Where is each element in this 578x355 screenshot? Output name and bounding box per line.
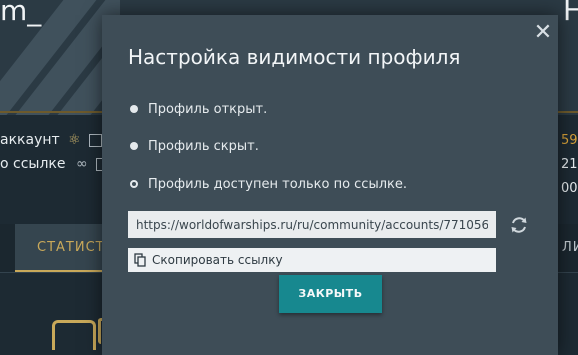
link-access-label: о ссылке [0,156,66,172]
tab-statistics[interactable]: СТАТИСТИ [15,224,103,272]
add-icon[interactable] [89,133,103,147]
username-heading: m_ [0,0,42,27]
close-button[interactable]: ЗАКРЫТЬ [279,275,382,313]
visibility-dialog: ✕ Настройка видимости профиля Профиль от… [102,15,558,355]
link-icon: ∞ [75,156,88,172]
link-row: о ссылке ∞ [0,156,110,172]
option-hidden[interactable]: Профиль скрыт. [130,136,259,156]
option-label: Профиль скрыт. [148,138,259,154]
option-public[interactable]: Профиль открыт. [130,99,267,119]
radio-button[interactable] [130,142,138,150]
copy-link-label: Скопировать ссылку [152,253,283,267]
option-label: Профиль доступен только по ссылке. [148,176,408,192]
ship-icon [52,320,96,350]
option-link-only[interactable]: Профиль доступен только по ссылке. [130,174,407,194]
right-heading: Н [563,0,578,27]
radio-button[interactable] [130,105,138,113]
copy-icon [134,253,146,267]
stat-value: 21 [561,157,578,172]
tab-right[interactable]: ЛИ [562,224,578,272]
radio-button-selected[interactable] [130,180,138,188]
copy-link-button[interactable]: Скопировать ссылку [128,248,496,272]
profile-link-field[interactable] [128,211,496,238]
clan-icon: ⚛ [68,132,81,148]
option-label: Профиль открыт. [148,101,268,117]
stat-value: 59 [561,133,578,148]
dialog-title: Настройка видимости профиля [128,45,461,69]
close-icon[interactable]: ✕ [533,22,553,44]
stat-value: 00 [561,181,578,196]
profile-link-input[interactable] [128,211,496,238]
account-row: аккаунт ⚛ [0,132,103,148]
account-label: аккаунт [0,132,60,148]
refresh-icon[interactable] [508,214,530,236]
